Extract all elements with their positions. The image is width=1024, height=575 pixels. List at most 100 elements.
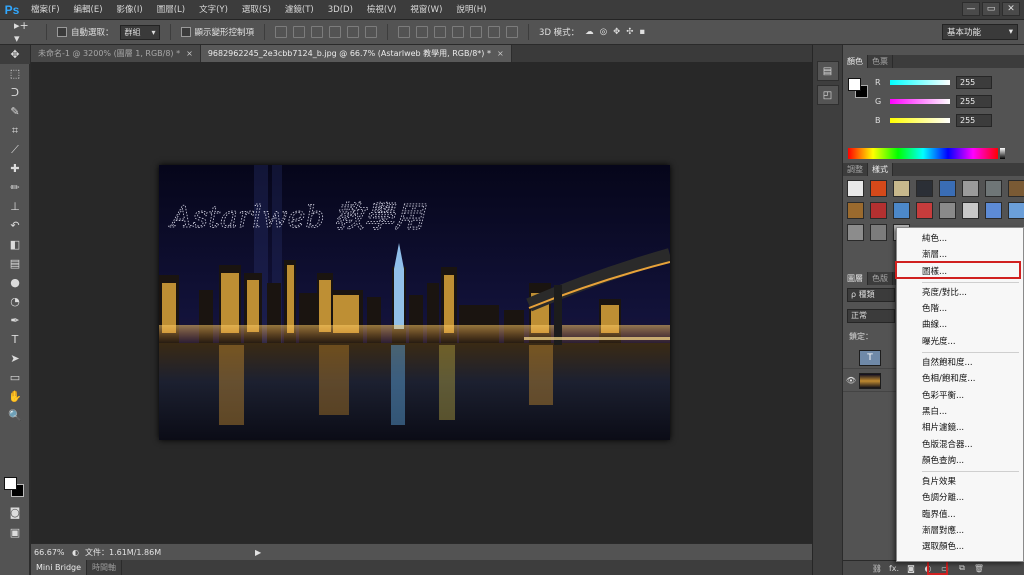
style-swatch[interactable] <box>916 202 933 219</box>
close-button[interactable]: ✕ <box>1002 2 1020 16</box>
style-swatch[interactable] <box>870 180 887 197</box>
tab-adjustments[interactable]: 調整 <box>843 163 868 176</box>
menu-image[interactable]: 影像(I) <box>110 0 150 20</box>
menu-item-solid-color[interactable]: 純色... <box>897 231 1023 247</box>
stamp-icon[interactable]: ⊥ <box>0 197 30 216</box>
menu-view[interactable]: 檢視(V) <box>360 0 403 20</box>
properties-panel-icon[interactable]: ◰ <box>816 85 839 105</box>
green-value[interactable]: 255 <box>956 95 992 108</box>
menu-3d[interactable]: 3D(D) <box>321 0 360 20</box>
distribute-right-icon[interactable] <box>488 26 501 38</box>
foreground-color-swatch[interactable] <box>4 477 17 490</box>
3d-rotate-icon[interactable]: ☁ <box>585 27 594 37</box>
menu-select[interactable]: 選取(S) <box>235 0 278 20</box>
style-swatch[interactable] <box>893 202 910 219</box>
eraser-icon[interactable]: ◧ <box>0 235 30 254</box>
document-image[interactable]: Astarlweb 教學用 <box>159 165 670 440</box>
style-swatch[interactable] <box>962 180 979 197</box>
menu-item-curves[interactable]: 曲線... <box>897 317 1023 333</box>
3d-drag-icon[interactable]: ✥ <box>613 27 620 37</box>
screen-mode-icon[interactable]: ▣ <box>0 523 30 542</box>
marquee-icon[interactable]: ⬚ <box>0 64 30 83</box>
path-select-icon[interactable]: ➤ <box>0 349 30 368</box>
blue-value[interactable]: 255 <box>956 114 992 127</box>
style-swatch[interactable] <box>847 224 864 241</box>
menu-item-black-white[interactable]: 黑白... <box>897 404 1023 420</box>
quick-mask-icon[interactable]: ◙ <box>0 503 30 522</box>
tab-timeline[interactable]: 時間軸 <box>87 560 123 575</box>
status-menu-icon[interactable]: ◐ <box>72 548 79 557</box>
menu-edit[interactable]: 編輯(E) <box>67 0 110 20</box>
new-layer-icon[interactable]: ⧉ <box>956 563 968 573</box>
type-icon[interactable]: T <box>0 330 30 349</box>
move-tool-preset-icon[interactable]: ▸+ ▾ <box>14 19 36 45</box>
shape-icon[interactable]: ▭ <box>0 368 30 387</box>
menu-item-vibrance[interactable]: 自然飽和度... <box>897 355 1023 371</box>
style-swatch[interactable] <box>847 202 864 219</box>
checkbox-box[interactable] <box>180 27 191 37</box>
gradient-icon[interactable]: ▤ <box>0 254 30 273</box>
layer-row-text[interactable]: T <box>843 347 897 369</box>
menu-item-hue-saturation[interactable]: 色相/飽和度... <box>897 371 1023 387</box>
menu-item-exposure[interactable]: 曝光度... <box>897 334 1023 350</box>
link-layers-icon[interactable]: ⛓ <box>871 564 883 573</box>
minimize-button[interactable]: — <box>962 2 980 16</box>
style-swatch[interactable] <box>1008 202 1024 219</box>
layer-filter-dropdown[interactable]: ρ 種類 <box>847 288 895 302</box>
style-swatch[interactable] <box>1008 180 1024 197</box>
color-spectrum[interactable] <box>848 148 1005 159</box>
eyedropper-icon[interactable]: ⟋ <box>0 140 30 159</box>
lasso-icon[interactable]: ᑐ <box>0 83 30 102</box>
red-value[interactable]: 255 <box>956 76 992 89</box>
style-swatch[interactable] <box>916 180 933 197</box>
layer-style-icon[interactable]: fx. <box>888 564 900 573</box>
hand-icon[interactable]: ✋ <box>0 387 30 406</box>
menu-window[interactable]: 視窗(W) <box>403 0 449 20</box>
menu-item-selective-color[interactable]: 選取顏色... <box>897 539 1023 555</box>
green-slider[interactable] <box>890 99 950 104</box>
restore-button[interactable]: ▭ <box>982 2 1000 16</box>
menu-item-invert[interactable]: 負片效果 <box>897 474 1023 490</box>
add-mask-icon[interactable]: ◙ <box>905 564 917 573</box>
crop-icon[interactable]: ⌗ <box>0 121 30 140</box>
3d-roll-icon[interactable]: ◎ <box>600 27 607 37</box>
tab-channels[interactable]: 色版 <box>868 272 893 285</box>
menu-type[interactable]: 文字(Y) <box>192 0 235 20</box>
red-slider[interactable] <box>890 80 950 85</box>
history-panel-icon[interactable]: ▤ <box>816 61 839 81</box>
align-top-icon[interactable] <box>275 26 288 38</box>
align-vcenter-icon[interactable] <box>293 26 306 38</box>
menu-help[interactable]: 說明(H) <box>449 0 493 20</box>
distribute-hcenter-icon[interactable] <box>470 26 483 38</box>
close-icon[interactable]: × <box>497 49 504 58</box>
healing-icon[interactable]: ✚ <box>0 159 30 178</box>
distribute-top-icon[interactable] <box>398 26 411 38</box>
brush-icon[interactable]: ✏ <box>0 178 30 197</box>
menu-item-color-balance[interactable]: 色彩平衡... <box>897 388 1023 404</box>
blur-icon[interactable]: ● <box>0 273 30 292</box>
play-icon[interactable]: ▶ <box>255 548 261 557</box>
tab-color[interactable]: 顏色 <box>843 55 868 68</box>
blend-mode-dropdown[interactable]: 正常 <box>847 309 895 323</box>
show-transform-checkbox[interactable]: 顯示變形控制項 <box>180 26 254 38</box>
quick-select-icon[interactable]: ✎ <box>0 102 30 121</box>
checkbox-box[interactable] <box>57 27 67 37</box>
close-icon[interactable]: × <box>186 49 193 58</box>
auto-select-checkbox[interactable]: 自動選取： <box>57 26 114 38</box>
layer-row-photo[interactable]: 👁 <box>843 370 897 392</box>
menu-filter[interactable]: 濾鏡(T) <box>278 0 321 20</box>
style-swatch[interactable] <box>939 180 956 197</box>
3d-scale-icon[interactable]: ▪ <box>639 27 645 37</box>
style-swatch[interactable] <box>985 202 1002 219</box>
blue-slider[interactable] <box>890 118 950 123</box>
menu-item-threshold[interactable]: 臨界值... <box>897 507 1023 523</box>
foreground-color-swatch[interactable] <box>848 78 861 91</box>
move-icon[interactable]: ✥ <box>0 45 30 64</box>
dodge-icon[interactable]: ◔ <box>0 292 30 311</box>
zoom-level[interactable]: 66.67% <box>34 548 72 557</box>
3d-slide-icon[interactable]: ✣ <box>626 27 633 37</box>
trash-icon[interactable]: 🗑 <box>973 564 985 573</box>
menu-item-posterize[interactable]: 色調分離... <box>897 490 1023 506</box>
align-right-icon[interactable] <box>365 26 378 38</box>
tab-mini-bridge[interactable]: Mini Bridge <box>31 560 88 575</box>
